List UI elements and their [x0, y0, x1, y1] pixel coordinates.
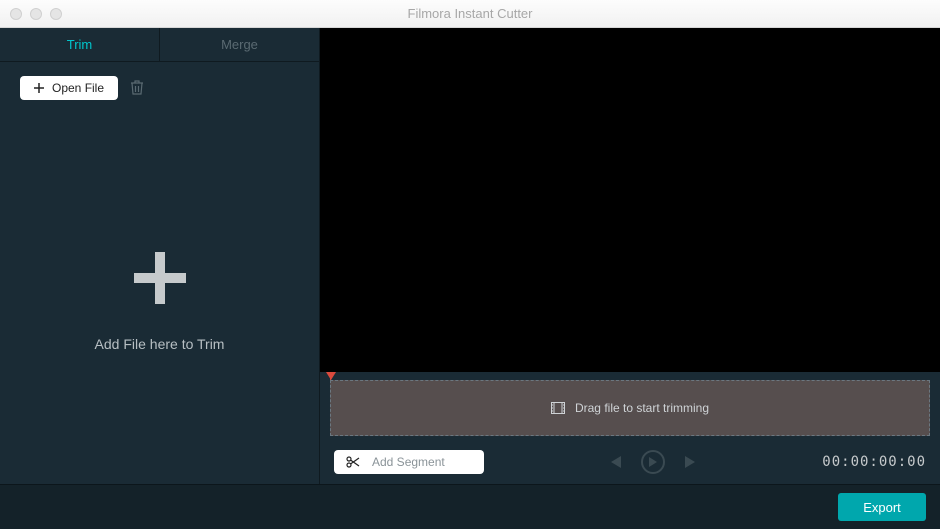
playback-controls: Add Segment 00:00:00:00 [320, 440, 940, 484]
timeline-placeholder: Drag file to start trimming [575, 401, 709, 415]
add-segment-button[interactable]: Add Segment [334, 450, 484, 474]
window-controls [0, 8, 62, 20]
sidebar: Trim Merge Open File Add File here to T [0, 28, 320, 484]
scissors-icon [346, 456, 360, 468]
timeline[interactable]: Drag file to start trimming [320, 372, 940, 440]
tab-trim-label: Trim [67, 37, 93, 52]
add-file-dropzone[interactable]: Add File here to Trim [0, 114, 319, 484]
main-area: Trim Merge Open File Add File here to T [0, 28, 940, 484]
big-plus-icon [128, 246, 192, 310]
video-preview [320, 28, 940, 372]
open-file-button[interactable]: Open File [20, 76, 118, 100]
file-toolbar: Open File [0, 62, 319, 114]
timecode: 00:00:00:00 [822, 454, 926, 470]
open-file-label: Open File [52, 81, 104, 95]
prev-frame-button[interactable] [607, 455, 623, 469]
zoom-window-button[interactable] [50, 8, 62, 20]
trash-icon[interactable] [130, 80, 144, 96]
right-panel: Drag file to start trimming Add Segment [320, 28, 940, 484]
next-frame-button[interactable] [683, 455, 699, 469]
add-segment-label: Add Segment [372, 455, 445, 469]
tab-trim[interactable]: Trim [0, 28, 159, 61]
play-button[interactable] [641, 450, 665, 474]
tab-merge[interactable]: Merge [160, 28, 319, 61]
minimize-window-button[interactable] [30, 8, 42, 20]
add-file-label: Add File here to Trim [95, 336, 225, 352]
timeline-dropzone[interactable]: Drag file to start trimming [330, 380, 930, 436]
footer: Export [0, 484, 940, 529]
close-window-button[interactable] [10, 8, 22, 20]
transport-controls [607, 450, 699, 474]
export-label: Export [863, 500, 901, 515]
titlebar: Filmora Instant Cutter [0, 0, 940, 28]
window-title: Filmora Instant Cutter [0, 6, 940, 21]
plus-icon [34, 83, 44, 93]
mode-tabs: Trim Merge [0, 28, 319, 62]
tab-merge-label: Merge [221, 37, 258, 52]
export-button[interactable]: Export [838, 493, 926, 521]
filmstrip-icon [551, 402, 565, 414]
